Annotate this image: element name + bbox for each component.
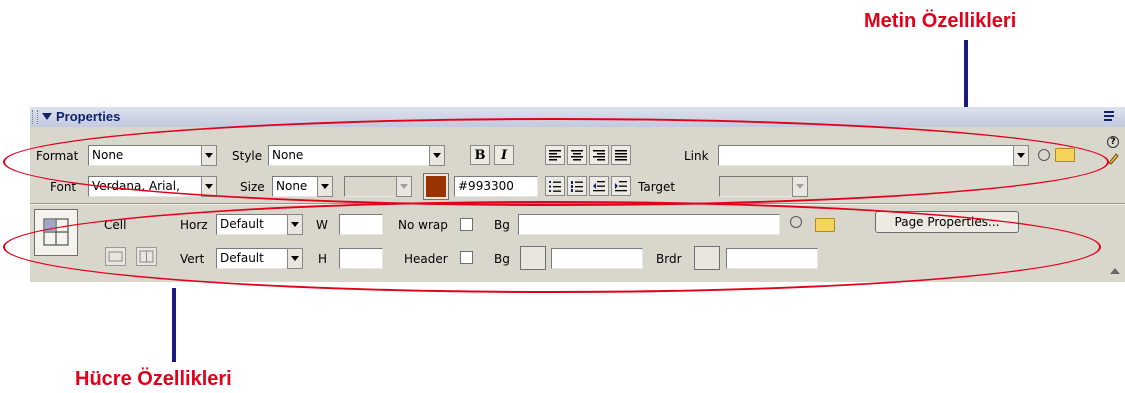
collapse-triangle-icon[interactable]	[42, 113, 52, 120]
cell-properties-annotation: Hücre Özellikleri	[75, 368, 232, 390]
expand-arrow-icon[interactable]	[1110, 268, 1120, 274]
gripper-icon[interactable]	[32, 110, 38, 124]
cell-properties-ellipse	[3, 201, 1101, 293]
cell-properties-pointer	[172, 288, 176, 362]
text-properties-ellipse	[3, 118, 1109, 206]
text-properties-pointer	[964, 40, 968, 112]
help-icon[interactable]: ?	[1107, 136, 1119, 148]
panel-title: Properties	[56, 109, 121, 124]
options-menu-icon[interactable]	[1104, 110, 1118, 122]
text-properties-annotation: Metin Özellikleri	[864, 10, 1017, 32]
